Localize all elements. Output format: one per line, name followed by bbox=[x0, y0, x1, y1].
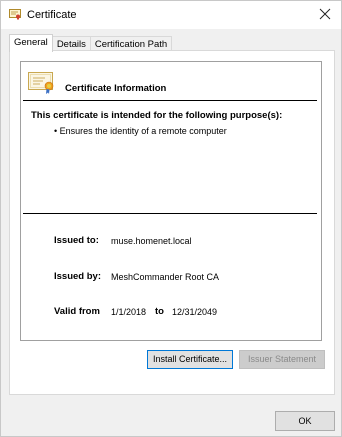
close-icon bbox=[319, 8, 331, 20]
install-certificate-button[interactable]: Install Certificate... bbox=[147, 350, 233, 369]
title-bar: Certificate bbox=[1, 1, 341, 29]
tab-strip: General Details Certification Path bbox=[9, 34, 173, 52]
install-certificate-label: Install Certificate... bbox=[152, 354, 228, 364]
issued-to-label: Issued to: bbox=[54, 235, 99, 246]
tab-general[interactable]: General bbox=[9, 34, 53, 52]
general-tab-panel: Certificate Information This certificate… bbox=[9, 50, 335, 395]
valid-to-value: 12/31/2049 bbox=[172, 307, 218, 317]
valid-to-label: to bbox=[155, 306, 164, 317]
divider bbox=[23, 100, 317, 101]
divider bbox=[23, 213, 317, 214]
issuer-statement-button[interactable]: Issuer Statement bbox=[239, 350, 325, 369]
ok-button[interactable]: OK bbox=[275, 411, 335, 431]
certificate-info-box: Certificate Information This certificate… bbox=[20, 61, 322, 341]
purpose-heading: This certificate is intended for the fol… bbox=[31, 110, 283, 121]
certificate-icon bbox=[9, 8, 21, 20]
valid-from-label: Valid from bbox=[54, 306, 100, 317]
purpose-text: Ensures the identity of a remote compute… bbox=[59, 126, 227, 136]
valid-from-value: 1/1/2018 bbox=[111, 307, 147, 317]
issuer-statement-label: Issuer Statement bbox=[247, 354, 317, 364]
issued-to-value: muse.homenet.local bbox=[111, 236, 192, 246]
certificate-info-heading: Certificate Information bbox=[65, 83, 167, 94]
issued-by-value: MeshCommander Root CA bbox=[111, 272, 220, 282]
window-title: Certificate bbox=[27, 9, 77, 21]
purpose-list-item: • Ensures the identity of a remote compu… bbox=[54, 126, 227, 136]
certificate-dialog: Certificate General Details Certificatio… bbox=[0, 0, 342, 437]
ok-label: OK bbox=[298, 416, 312, 426]
certificate-large-icon bbox=[28, 72, 56, 94]
issued-by-label: Issued by: bbox=[54, 271, 101, 282]
close-button[interactable] bbox=[315, 5, 335, 23]
